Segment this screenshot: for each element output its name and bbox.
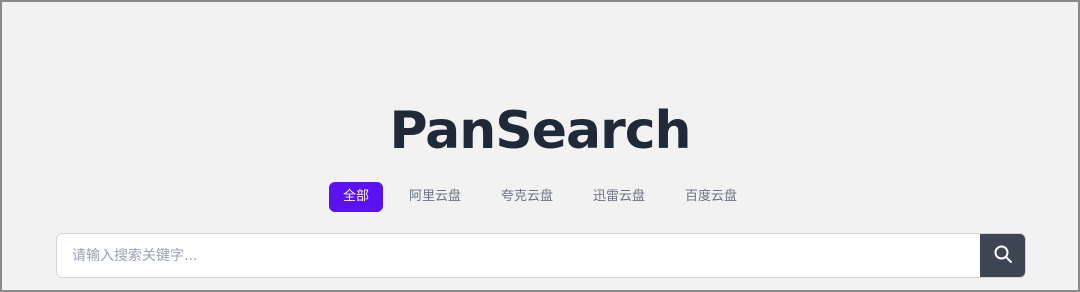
search-bar: [56, 233, 1026, 278]
site-logo: PanSearch: [389, 101, 691, 161]
tab-baidu-drive[interactable]: 百度云盘: [671, 182, 751, 212]
search-input[interactable]: [57, 234, 980, 277]
tab-aliyun-drive[interactable]: 阿里云盘: [395, 182, 475, 212]
cloud-drive-tabs: 全部 阿里云盘 夸克云盘 迅雷云盘 百度云盘: [2, 182, 1078, 212]
search-button[interactable]: [980, 234, 1025, 277]
tab-quark-drive[interactable]: 夸克云盘: [487, 182, 567, 212]
search-icon: [993, 244, 1013, 268]
tab-all[interactable]: 全部: [328, 182, 383, 212]
page-frame: PanSearch 全部 阿里云盘 夸克云盘 迅雷云盘 百度云盘: [0, 0, 1080, 292]
tab-xunlei-drive[interactable]: 迅雷云盘: [579, 182, 659, 212]
